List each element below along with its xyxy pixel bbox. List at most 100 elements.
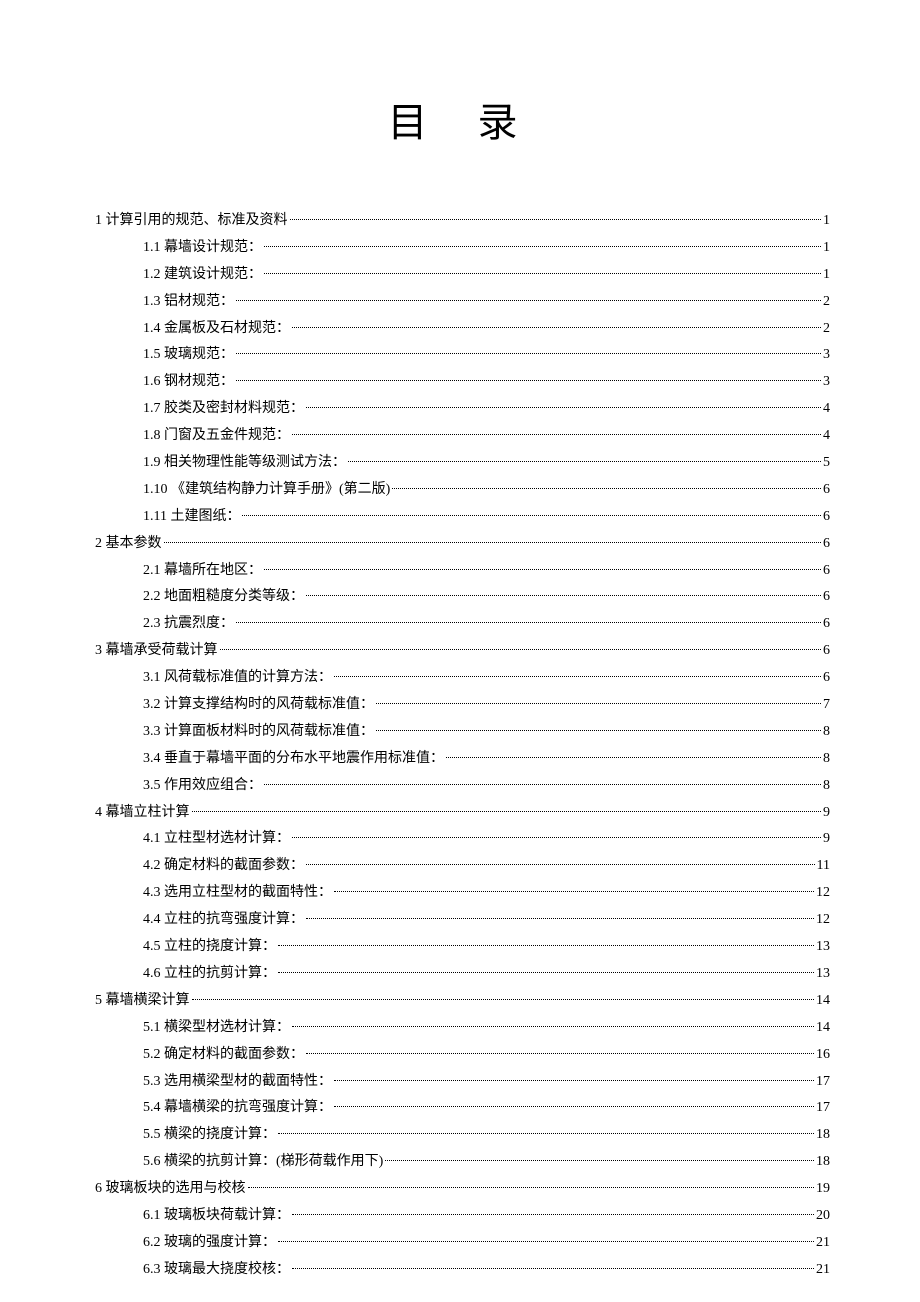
toc-entry: 1.5 玻璃规范：3 [95,342,830,368]
toc-entry-page: 2 [823,316,830,342]
toc-leader-dots [292,434,821,435]
toc-entry-text: 6.2 玻璃的强度计算： [143,1230,276,1256]
toc-entry-text: 1.4 金属板及石材规范： [143,316,290,342]
toc-entry: 4 幕墙立柱计算9 [95,800,830,826]
toc-leader-dots [306,1053,814,1054]
toc-entry-text: 1 计算引用的规范、标准及资料 [95,208,288,234]
toc-entry: 5 幕墙横梁计算 14 [95,988,830,1014]
toc-leader-dots [334,1080,814,1081]
toc-leader-dots [264,784,821,785]
toc-entry-page: 17 [816,1095,830,1121]
toc-entry-page: 16 [816,1042,830,1068]
toc-entry: 6.3 玻璃最大挠度校核：21 [95,1257,830,1283]
toc-entry: 5.3 选用横梁型材的截面特性：17 [95,1069,830,1095]
toc-entry: 5.5 横梁的挠度计算：18 [95,1122,830,1148]
toc-entry-page: 4 [823,423,830,449]
toc-entry-text: 1.7 胶类及密封材料规范： [143,396,304,422]
toc-entry-text: 1.10 《建筑结构静力计算手册》(第二版) [143,477,390,503]
toc-leader-dots [278,1241,814,1242]
toc-entry-page: 18 [816,1122,830,1148]
toc-entry-text: 5.2 确定材料的截面参数： [143,1042,304,1068]
toc-leader-dots [236,622,821,623]
toc-entry-text: 1.1 幕墙设计规范： [143,235,262,261]
toc-leader-dots [278,1133,814,1134]
toc-entry-page: 7 [823,692,830,718]
toc-entry: 5.4 幕墙横梁的抗弯强度计算： 17 [95,1095,830,1121]
toc-entry: 4.5 立柱的挠度计算：13 [95,934,830,960]
toc-leader-dots [446,757,821,758]
toc-entry-page: 17 [816,1069,830,1095]
toc-entry: 1.11 土建图纸：6 [95,504,830,530]
toc-entry: 5.1 横梁型材选材计算：14 [95,1015,830,1041]
toc-entry-text: 5 幕墙横梁计算 [95,988,190,1014]
toc-entry-page: 8 [823,746,830,772]
toc-entry-page: 18 [816,1149,830,1175]
toc-entry-text: 1.3 铝材规范： [143,289,234,315]
toc-entry-text: 4.4 立柱的抗弯强度计算： [143,907,304,933]
toc-entry: 6.2 玻璃的强度计算：21 [95,1230,830,1256]
toc-entry-text: 4 幕墙立柱计算 [95,800,190,826]
toc-entry: 2.1 幕墙所在地区：6 [95,558,830,584]
toc-entry: 3.2 计算支撑结构时的风荷载标准值： 7 [95,692,830,718]
toc-entry: 1 计算引用的规范、标准及资料 1 [95,208,830,234]
toc-leader-dots [376,703,821,704]
toc-entry-text: 3.3 计算面板材料时的风荷载标准值： [143,719,374,745]
toc-leader-dots [334,1106,814,1107]
toc-entry-page: 3 [823,369,830,395]
toc-entry-page: 8 [823,773,830,799]
toc-leader-dots [306,864,815,865]
toc-leader-dots [278,945,814,946]
toc-entry-text: 4.2 确定材料的截面参数： [143,853,304,879]
toc-entry-text: 2.2 地面粗糙度分类等级： [143,584,304,610]
toc-leader-dots [290,219,822,220]
toc-entry-text: 6.3 玻璃最大挠度校核： [143,1257,290,1283]
toc-entry-page: 1 [823,208,830,234]
toc-entry-page: 1 [823,235,830,261]
toc-entry-text: 3.2 计算支撑结构时的风荷载标准值： [143,692,374,718]
toc-leader-dots [292,1268,814,1269]
toc-entry: 1.7 胶类及密封材料规范： 4 [95,396,830,422]
toc-entry-text: 5.4 幕墙横梁的抗弯强度计算： [143,1095,332,1121]
toc-entry-page: 6 [823,611,830,637]
toc-entry: 1.10 《建筑结构静力计算手册》(第二版)6 [95,477,830,503]
toc-entry: 4.2 确定材料的截面参数：11 [95,853,830,879]
toc-leader-dots [385,1160,814,1161]
toc-leader-dots [334,891,814,892]
toc-entry: 1.4 金属板及石材规范： 2 [95,316,830,342]
toc-leader-dots [192,999,815,1000]
toc-leader-dots [248,1187,815,1188]
toc-leader-dots [236,300,821,301]
toc-entry-page: 4 [823,396,830,422]
toc-entry-page: 6 [823,504,830,530]
toc-leader-dots [292,1214,814,1215]
toc-entry-page: 6 [823,558,830,584]
toc-entry: 6 玻璃板块的选用与校核19 [95,1176,830,1202]
toc-entry-text: 3.5 作用效应组合： [143,773,262,799]
toc-entry-page: 5 [823,450,830,476]
toc-entry: 2.3 抗震烈度：6 [95,611,830,637]
toc-entry: 3.3 计算面板材料时的风荷载标准值： 8 [95,719,830,745]
toc-entry-text: 3 幕墙承受荷载计算 [95,638,218,664]
toc-leader-dots [376,730,821,731]
toc-entry-page: 6 [823,584,830,610]
toc-entry: 5.6 横梁的抗剪计算：(梯形荷载作用下)18 [95,1149,830,1175]
toc-leader-dots [164,542,822,543]
toc-entry: 1.6 钢材规范：3 [95,369,830,395]
toc-entry-page: 14 [816,988,830,1014]
toc-leader-dots [306,407,821,408]
toc-leader-dots [236,353,821,354]
toc-entry-text: 1.5 玻璃规范： [143,342,234,368]
toc-entry-page: 8 [823,719,830,745]
toc-entry: 1.1 幕墙设计规范： 1 [95,235,830,261]
toc-entry: 4.3 选用立柱型材的截面特性： 12 [95,880,830,906]
toc-entry-text: 4.6 立柱的抗剪计算： [143,961,276,987]
toc-entry: 3 幕墙承受荷载计算 6 [95,638,830,664]
toc-entry-page: 6 [823,638,830,664]
toc-entry-text: 3.1 风荷载标准值的计算方法： [143,665,332,691]
toc-entry-text: 4.3 选用立柱型材的截面特性： [143,880,332,906]
toc-leader-dots [264,569,821,570]
page-title: 目 录 [95,90,830,148]
toc-leader-dots [192,811,822,812]
toc-entry-page: 12 [816,880,830,906]
toc-entry: 2.2 地面粗糙度分类等级： 6 [95,584,830,610]
